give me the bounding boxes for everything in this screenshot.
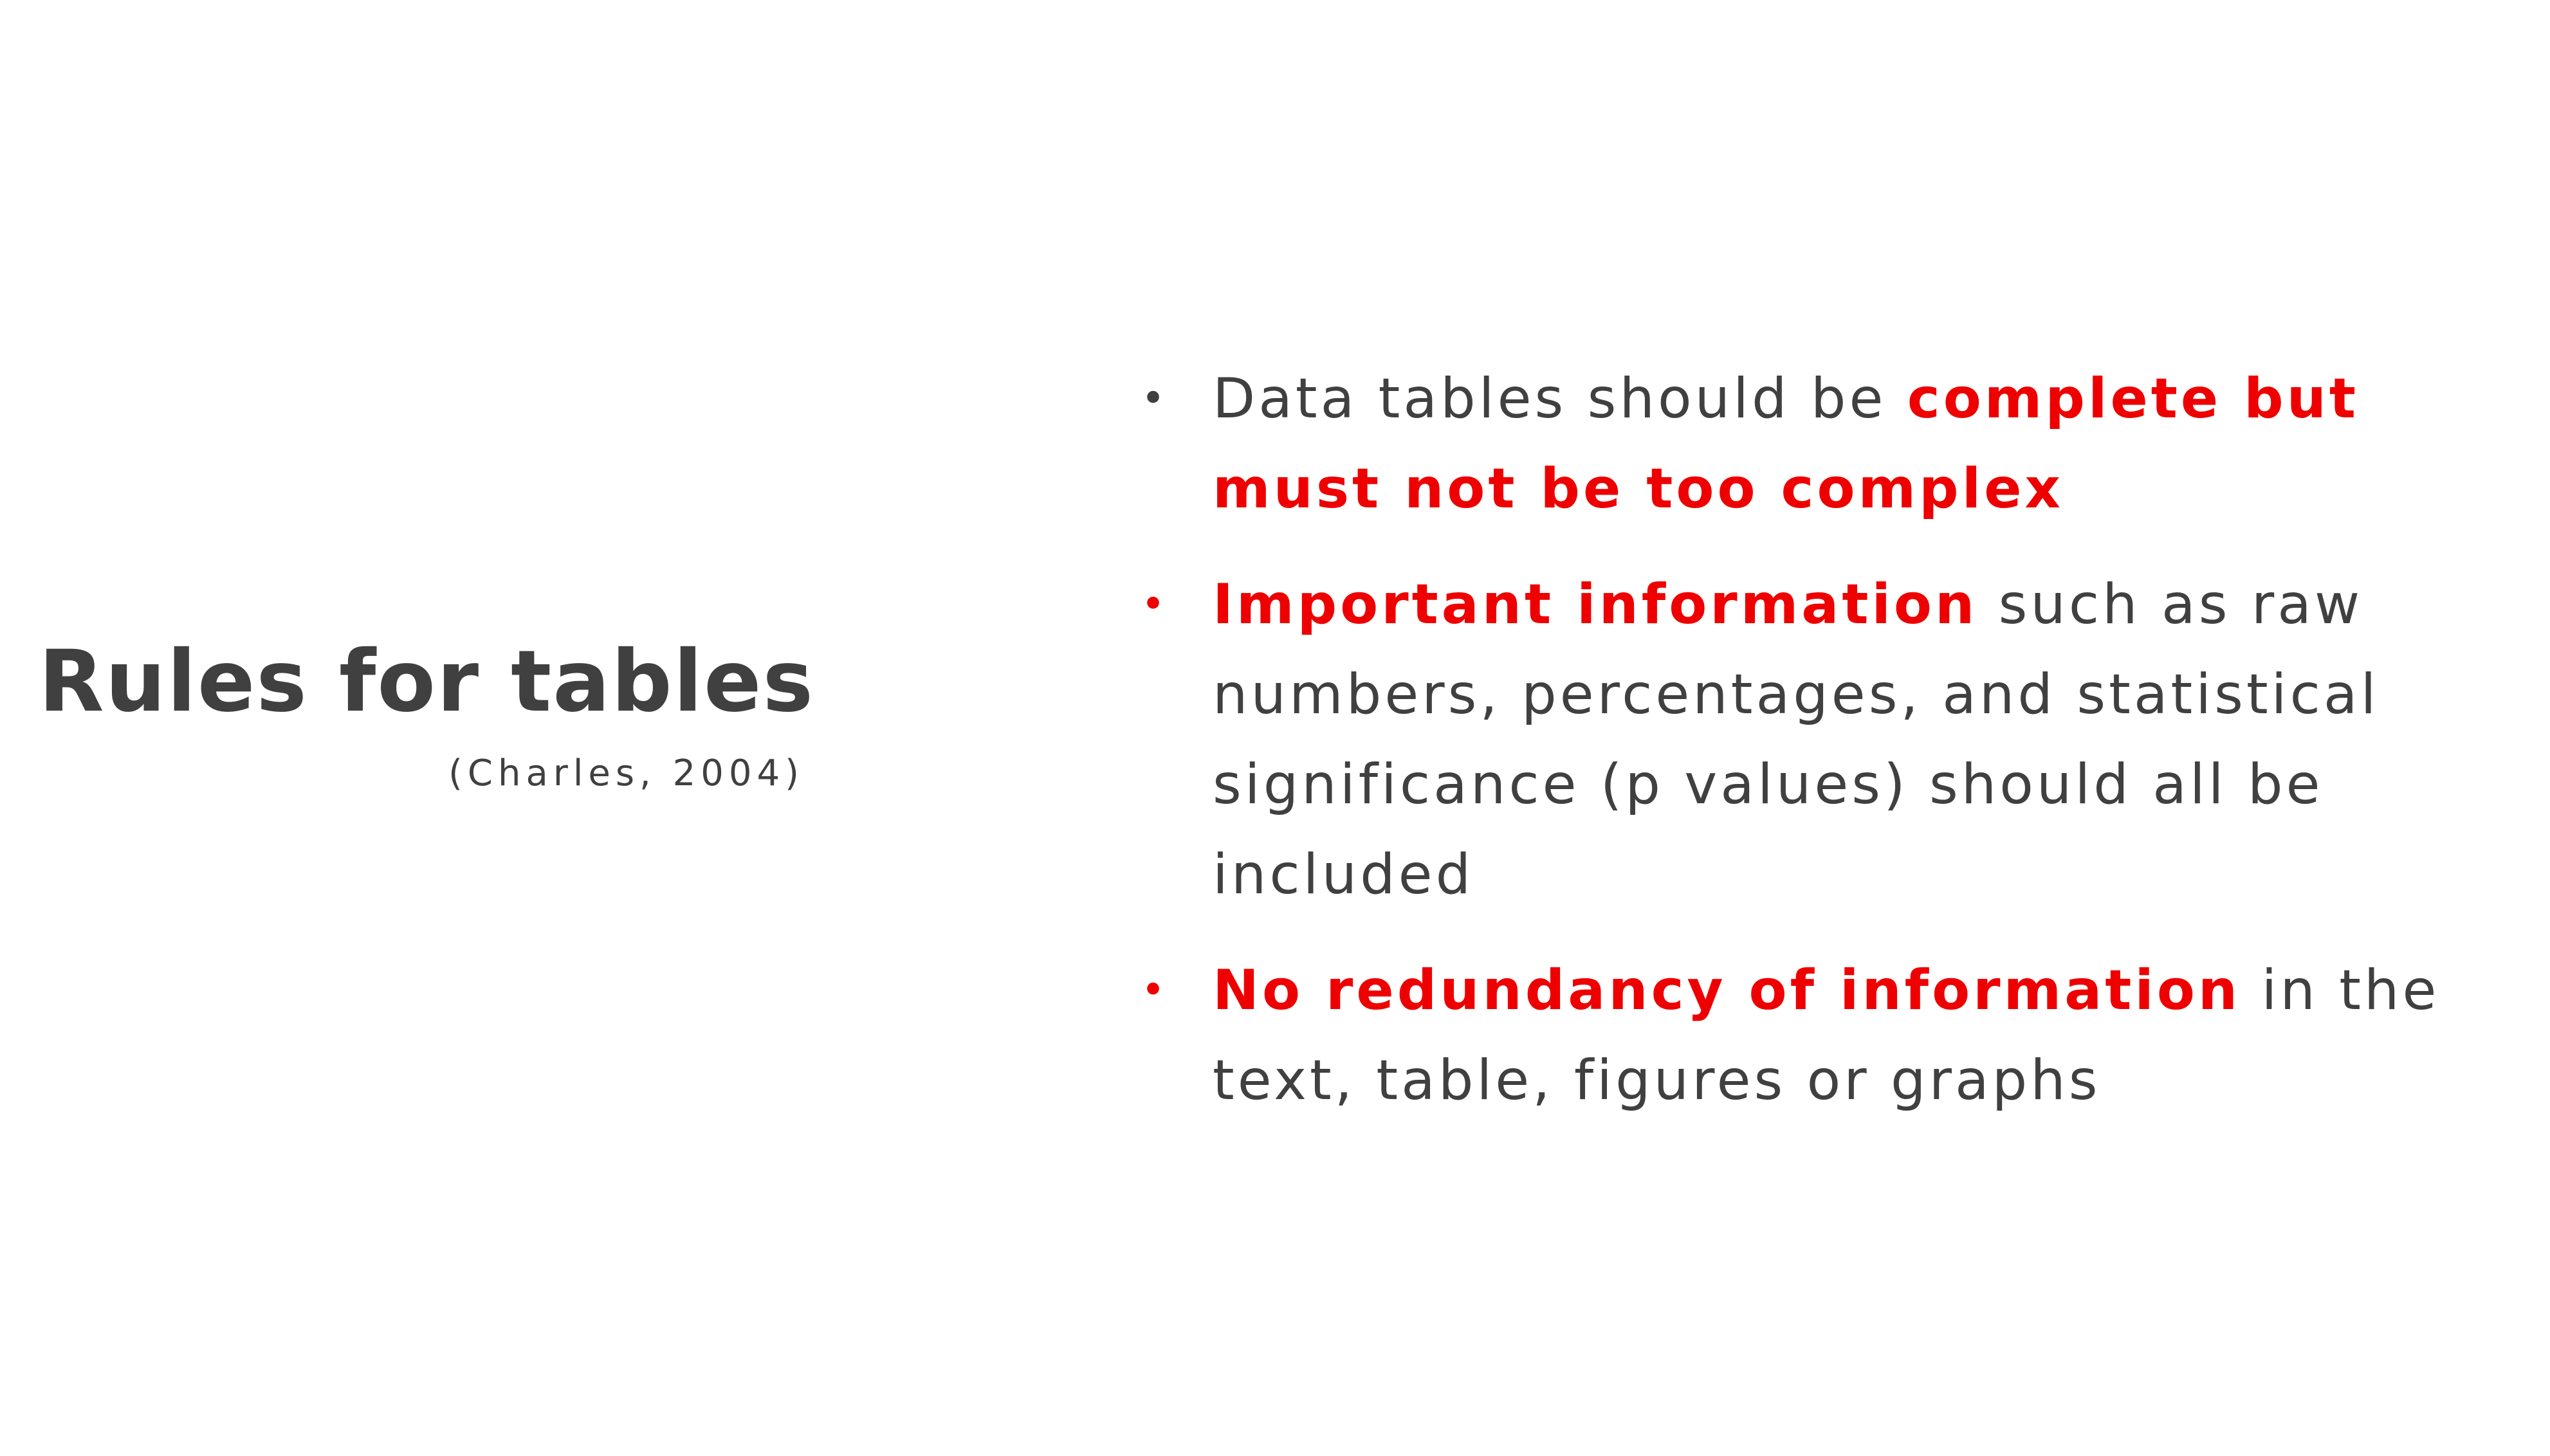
bullet-item-complete-tables: • Data tables should be complete but mus…	[1135, 354, 2531, 534]
bullet-highlight: Important information	[1213, 572, 1978, 637]
bullet-list: • Data tables should be complete but mus…	[1135, 354, 2531, 1151]
bullet-item-no-redundancy: • No redundancy of information in the te…	[1135, 945, 2531, 1125]
bullet-item-important-information: • Important information such as raw numb…	[1135, 560, 2531, 920]
bullet-marker: •	[1141, 375, 1169, 423]
bullet-marker: •	[1141, 581, 1169, 628]
bullet-text: Data tables should be	[1213, 367, 1907, 431]
bullet-marker: •	[1141, 967, 1169, 1014]
title-block: Rules for tables (Charles, 2004)	[39, 630, 815, 796]
citation: (Charles, 2004)	[448, 752, 804, 794]
slide: Rules for tables (Charles, 2004) • Data …	[0, 0, 2550, 1456]
bullet-highlight: No redundancy of information	[1213, 958, 2241, 1023]
slide-title: Rules for tables	[39, 632, 815, 731]
